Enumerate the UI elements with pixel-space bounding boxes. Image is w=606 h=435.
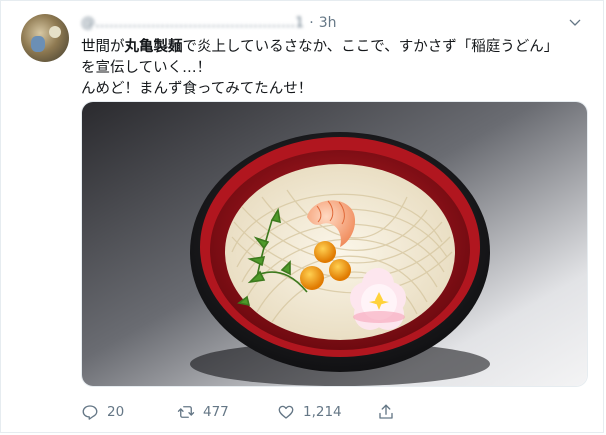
retweet-count: 477	[203, 404, 229, 420]
tweet-text: 世間が丸亀製麺で炎上しているさなか、ここで、すかさず「稲庭うどん」 を宣伝してい…	[81, 37, 581, 100]
tweet-text-line-3: んめど！まんず食ってみてたんせ！	[81, 81, 313, 97]
chevron-down-icon[interactable]	[567, 15, 583, 31]
reply-icon	[82, 405, 98, 420]
reply-button[interactable]: 20	[81, 401, 124, 423]
text-bold-brand: 丸亀製麺	[124, 39, 183, 55]
user-handle[interactable]: @.......................................…	[81, 15, 304, 31]
text-suffix: で炎上しているさなか、ここで、すかさず「稲庭うどん」	[182, 39, 559, 55]
timestamp[interactable]: 3h	[319, 15, 337, 31]
text-prefix: 世間が	[81, 39, 125, 55]
tweet-actions: 20 477 1,214	[81, 401, 411, 423]
heart-icon	[278, 405, 294, 419]
tweet-card[interactable]: @.......................................…	[0, 0, 604, 433]
retweet-icon	[177, 406, 195, 418]
avatar[interactable]	[21, 14, 69, 62]
like-button[interactable]: 1,214	[277, 401, 342, 423]
udon-bowl-photo	[82, 102, 587, 386]
reply-count: 20	[107, 404, 125, 420]
share-button[interactable]	[377, 401, 395, 423]
tweet-image[interactable]	[81, 101, 588, 387]
tweet-text-line-1: 世間が丸亀製麺で炎上しているさなか、ここで、すかさず「稲庭うどん」	[81, 37, 581, 58]
separator-dot: ·	[309, 15, 314, 31]
share-icon	[379, 404, 393, 419]
retweet-button[interactable]: 477	[177, 401, 229, 423]
tweet-header: @.......................................…	[81, 14, 337, 32]
tweet-text-line-2: を宣伝していく…！	[81, 60, 212, 76]
like-count: 1,214	[303, 404, 342, 420]
